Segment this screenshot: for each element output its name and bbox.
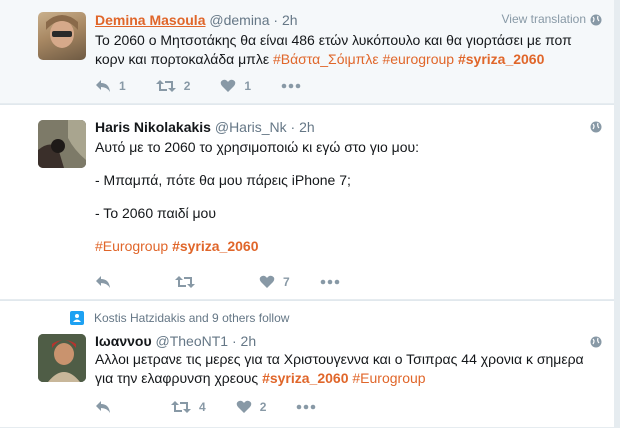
tweet-header: Demina Masoula @demina · 2h	[95, 12, 298, 28]
separator-dot: ·	[290, 119, 296, 135]
timestamp[interactable]: 2h	[299, 119, 315, 135]
author-handle[interactable]: @Haris_Nk	[215, 119, 287, 135]
tweet-text-line: Αλλοι μετρανε τις μερες για τα Χριστουγε…	[95, 351, 584, 367]
author-name[interactable]: Haris Nikolakakis	[95, 119, 211, 135]
tweet-header: Ιωαννου @TheoNT1 · 2h	[95, 333, 256, 349]
hashtag-link[interactable]: #syriza_2060	[262, 370, 348, 386]
timestamp[interactable]: 2h	[241, 333, 257, 349]
avatar-image	[38, 334, 86, 382]
tweet-text-line: για την ελαφρυνση χρεους	[95, 370, 259, 386]
separator-dot: ·	[231, 333, 237, 349]
globe-icon	[590, 121, 602, 133]
avatar[interactable]	[38, 334, 86, 382]
more-button[interactable]	[296, 404, 316, 410]
tweet-text-line: Αυτό με το 2060 το χρησιμοποιώ κι εγώ στ…	[95, 139, 420, 155]
like-button[interactable]: 2	[236, 400, 267, 414]
author-handle[interactable]: @TheoNT1	[156, 333, 229, 349]
retweet-button[interactable]: 4	[171, 400, 206, 414]
like-count: 7	[283, 275, 290, 289]
tweet-text: Αλλοι μετρανε τις μερες για τα Χριστουγε…	[95, 350, 595, 388]
retweet-icon	[175, 276, 195, 288]
tweet-text-line: - Το 2060 παιδί μου	[95, 205, 216, 221]
retweet-count: 2	[183, 79, 191, 93]
more-icon	[320, 279, 339, 285]
follow-context-text[interactable]: Kostis Hatzidakis and 9 others follow	[94, 311, 289, 325]
more-icon	[281, 83, 301, 89]
heart-icon	[236, 400, 251, 413]
like-count: 2	[259, 400, 267, 414]
reply-icon	[96, 276, 110, 288]
reply-button[interactable]	[95, 275, 119, 289]
follow-context: Kostis Hatzidakis and 9 others follow	[70, 311, 289, 325]
hashtag-link[interactable]: #Βάστα_Σόιμπλε	[273, 51, 379, 67]
retweet-count: 4	[199, 400, 206, 414]
more-icon	[297, 404, 316, 410]
reply-button[interactable]: 1	[95, 79, 126, 93]
tweet-header: Haris Nikolakakis @Haris_Nk · 2h	[95, 119, 315, 135]
retweet-icon	[171, 401, 191, 413]
tweet[interactable]: Haris Nikolakakis @Haris_Nk · 2h Αυτό με…	[0, 104, 614, 300]
avatar[interactable]	[38, 120, 86, 168]
reply-count: 1	[119, 79, 126, 93]
tweet-feed: Demina Masoula @demina · 2h View transla…	[0, 0, 620, 428]
like-button[interactable]: 1	[220, 79, 251, 93]
avatar[interactable]	[38, 12, 86, 60]
tweet[interactable]: Demina Masoula @demina · 2h View transla…	[0, 0, 614, 104]
hashtag-link[interactable]: #syriza_2060	[458, 51, 544, 67]
hashtag-link[interactable]: #Eurogroup	[352, 370, 425, 386]
author-name[interactable]: Demina Masoula	[95, 12, 205, 28]
author-name[interactable]: Ιωαννου	[95, 333, 152, 349]
view-translation-link[interactable]: View translation	[502, 12, 587, 26]
retweet-icon	[155, 80, 176, 92]
author-handle[interactable]: @demina	[209, 12, 269, 28]
globe-icon	[590, 14, 602, 26]
tweet-text-line: κορν και πορτοκαλάδα μπλε	[95, 51, 270, 67]
retweet-button[interactable]: 2	[155, 79, 191, 93]
retweet-button[interactable]	[175, 275, 203, 289]
more-button[interactable]	[320, 279, 340, 285]
like-button[interactable]: 7	[259, 275, 290, 289]
globe-icon	[590, 336, 602, 348]
tweet-actions: 1 2 1	[95, 76, 331, 96]
tweet-text: Αυτό με το 2060 το χρησιμοποιώ κι εγώ στ…	[95, 138, 595, 256]
reply-button[interactable]	[95, 400, 119, 414]
heart-icon	[259, 275, 275, 288]
hashtag-link[interactable]: #syriza_2060	[172, 238, 258, 254]
tweet[interactable]: Kostis Hatzidakis and 9 others follow Ιω…	[0, 300, 614, 428]
more-button[interactable]	[281, 83, 301, 89]
reply-icon	[96, 80, 110, 92]
like-count: 1	[244, 79, 252, 93]
tweet-text-line: Το 2060 ο Μητσοτάκης θα είναι 486 ετών λ…	[95, 32, 572, 48]
tweet-actions: 7	[95, 272, 370, 292]
tweet-text: Το 2060 ο Μητσοτάκης θα είναι 486 ετών λ…	[95, 31, 595, 69]
heart-icon	[221, 79, 236, 92]
follow-context-icon	[70, 311, 84, 325]
reply-icon	[96, 401, 110, 413]
separator-dot: ·	[273, 12, 279, 28]
hashtag-link[interactable]: #Eurogroup	[95, 238, 168, 254]
tweet-text-line: - Μπαμπά, πότε θα μου πάρεις iPhone 7;	[95, 172, 351, 188]
tweet-actions: 4 2	[95, 397, 346, 417]
hashtag-link[interactable]: #eurogroup	[382, 51, 454, 67]
avatar-image	[38, 120, 86, 168]
timestamp[interactable]: 2h	[282, 12, 298, 28]
avatar-image	[46, 15, 78, 48]
